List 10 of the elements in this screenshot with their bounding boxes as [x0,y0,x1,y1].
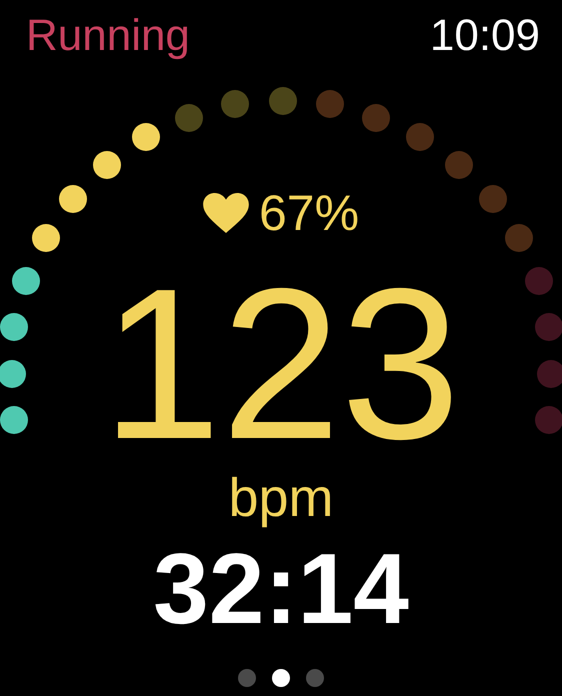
heart-rate-percent: 67% [258,188,360,238]
heart-rate-unit: bpm [228,471,334,525]
heart-icon [202,193,249,233]
heart-rate-value: 123 [102,256,460,471]
clock-time: 10:09 [430,14,540,58]
page-dot[interactable] [238,669,256,687]
page-dot[interactable] [306,669,324,687]
elapsed-time: 32:14 [153,539,409,639]
workout-title[interactable]: Running [26,14,190,58]
page-dot[interactable] [272,669,290,687]
